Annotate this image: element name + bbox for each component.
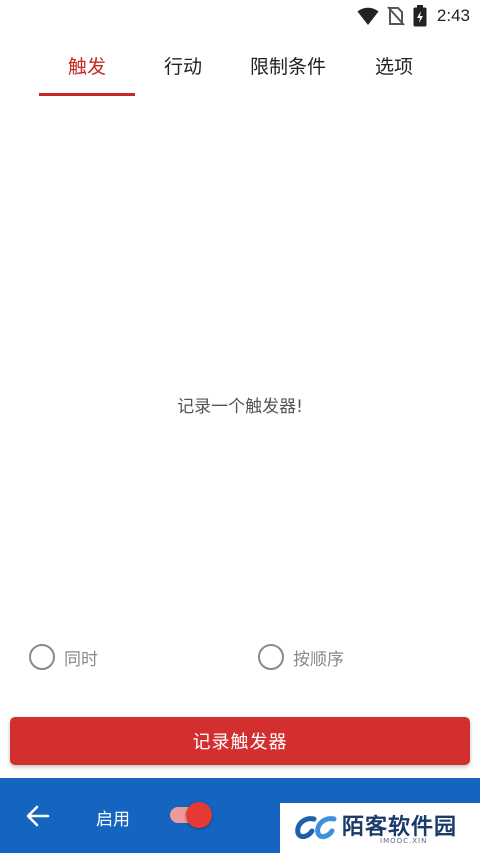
radio-simultaneous[interactable]: 同时 (29, 640, 98, 674)
watermark-subtitle: IMOOC.XIN (380, 837, 428, 845)
tab-bar: 触发 行动 限制条件 选项 (0, 44, 480, 96)
toggle-thumb (186, 802, 212, 828)
status-icons: 2:43 (357, 4, 470, 28)
battery-charging-icon (413, 5, 427, 27)
enable-toggle[interactable] (168, 802, 214, 828)
radio-sequential[interactable]: 按顺序 (258, 640, 344, 674)
tab-actions[interactable]: 行动 (145, 44, 221, 96)
enable-label: 启用 (96, 810, 130, 830)
record-trigger-button[interactable]: 记录触发器 (10, 717, 470, 765)
status-bar: 2:43 (0, 0, 480, 32)
watermark-logo-icon (295, 816, 337, 840)
radio-label-simultaneous: 同时 (64, 649, 98, 670)
no-sim-icon (387, 6, 405, 26)
tab-triggers[interactable]: 触发 (39, 44, 135, 96)
tab-options[interactable]: 选项 (358, 44, 430, 96)
status-time: 2:43 (436, 6, 470, 25)
wifi-icon (357, 7, 379, 25)
radio-label-sequential: 按顺序 (293, 649, 344, 670)
empty-state-message: 记录一个触发器! (177, 397, 303, 417)
arrow-left-icon[interactable] (24, 802, 52, 830)
radio-button[interactable] (258, 644, 284, 670)
tab-constraints[interactable]: 限制条件 (238, 44, 338, 96)
active-tab-indicator (39, 93, 135, 96)
watermark: 陌客软件园 IMOOC.XIN (280, 803, 480, 853)
radio-button[interactable] (29, 644, 55, 670)
